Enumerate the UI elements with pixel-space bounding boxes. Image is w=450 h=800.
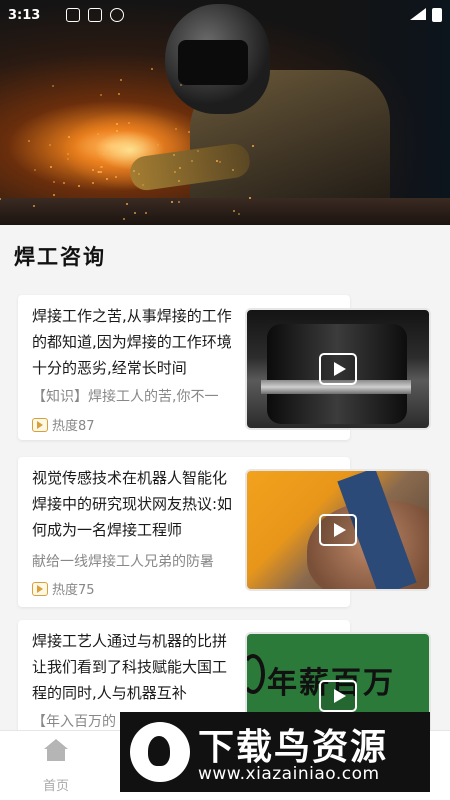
spark [107,151,110,154]
video-thumbnail[interactable] [245,469,431,591]
nav-home-label: 首页 [42,779,69,794]
work-bench [0,198,450,225]
spark [66,152,69,155]
spark [104,141,107,144]
spark [249,196,252,199]
play-badge-icon [32,581,48,596]
play-icon[interactable] [319,353,357,385]
spark [78,184,81,187]
helmet-visor [178,40,248,85]
article-subtitle: 献给一线焊接工人兄弟的防暑 [32,554,214,570]
spark [133,211,136,214]
eye-icon [110,8,125,22]
article-title: 视觉传感技术在机器人智能化焊接中的研究现状网友热议:如何成为一名焊接工程师 [32,469,233,539]
spark [187,130,190,133]
download-icon [66,8,81,22]
spark [68,135,71,138]
battery-icon [432,8,442,22]
spark [49,143,52,146]
notification-icon [88,8,103,22]
watermark-url: www.xiazainiao.com [198,764,380,784]
spark [62,182,65,185]
spark [52,84,55,87]
hero-banner[interactable] [0,0,450,225]
play-icon[interactable] [319,680,357,712]
spark [52,194,55,197]
spark [105,177,108,180]
spark [118,92,121,95]
status-time: 3:13 [8,7,41,23]
spark [116,122,119,125]
spark [100,94,103,97]
spark [251,145,254,148]
spark [34,168,37,171]
spark [53,180,56,183]
spark [145,211,148,214]
spark [218,160,221,163]
nav-home[interactable]: 首页 [30,739,82,794]
spark [99,166,102,169]
home-icon [44,739,68,761]
spark [190,160,193,163]
spark [116,129,119,132]
spark [27,140,30,143]
spark [177,179,180,182]
spark [122,217,125,220]
video-thumbnail[interactable] [245,308,431,430]
spark [96,132,99,135]
spark [99,171,102,174]
play-icon[interactable] [319,514,357,546]
article-title: 焊接工作之苦,从事焊接的工作的都知道,因为焊接的工作环境十分的恶劣,经常长时间 [32,307,232,377]
spark [102,146,105,149]
spark [136,142,139,145]
watermark-title: 下载鸟资源 [198,727,389,768]
bird-logo-icon [130,722,190,782]
watermark: 下载鸟资源 www.xiazainiao.com [120,712,430,792]
section-title: 焊工咨询 [14,244,106,269]
heat-count: 热度75 [52,583,95,598]
signal-icon [410,8,426,20]
spark [150,68,153,71]
heat-indicator: 热度75 [32,579,95,598]
play-badge-icon [32,417,48,432]
spark [178,200,181,203]
article-subtitle: 【知识】焊接工人的苦,你不一 [32,389,219,405]
heat-indicator: 热度87 [32,415,95,434]
heat-count: 热度87 [52,419,95,434]
spark [50,166,53,169]
spark [172,153,175,156]
status-bar: 3:13 [0,0,450,30]
spark [120,78,123,81]
article-title: 焊接工艺人通过与机器的比拼让我们看到了科技赋能大国工程的同时,人与机器互补 [32,632,228,702]
